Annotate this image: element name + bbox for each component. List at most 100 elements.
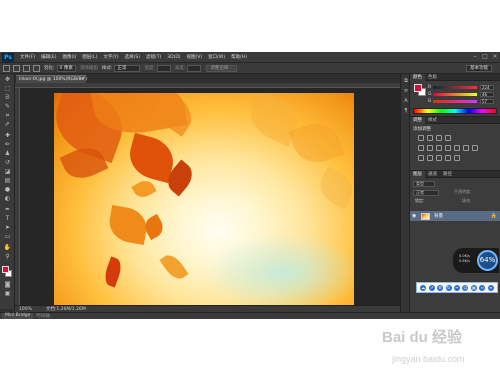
hand-tool-icon[interactable]: ✋ [3, 244, 12, 252]
new-selection-icon[interactable] [13, 64, 20, 72]
history-brush-tool-icon[interactable]: ↺ [3, 159, 12, 167]
canvas-area[interactable] [20, 88, 400, 305]
threshold-icon[interactable] [436, 155, 442, 161]
character-panel-icon[interactable]: A [402, 98, 410, 105]
layer-name[interactable]: 背景 [434, 213, 443, 219]
quick-mask-icon[interactable]: ◙ [3, 281, 12, 289]
menu-select[interactable]: 选择(S) [125, 54, 140, 60]
path-select-tool-icon[interactable]: ➤ [3, 224, 12, 232]
minimize-icon[interactable]: – [472, 53, 478, 60]
subtract-selection-icon[interactable] [33, 64, 40, 72]
gradient-map-icon[interactable] [445, 155, 451, 161]
tab-adjustments[interactable]: 调整 [410, 116, 425, 124]
refresh-icon[interactable]: ↻ [445, 284, 452, 291]
foreground-color-swatch[interactable] [2, 266, 9, 273]
workspace-select[interactable]: 基本功能 [466, 65, 492, 72]
feather-input[interactable]: 0 像素 [56, 64, 76, 72]
layer-row-background[interactable]: ◉ 背景 🔒 [410, 211, 500, 221]
photo-filter-icon[interactable] [454, 145, 460, 151]
tab-paths[interactable]: 路径 [440, 171, 455, 178]
layer-filter-select[interactable]: 类型 [413, 181, 435, 187]
menu-icon[interactable]: ≡ [487, 284, 494, 291]
black-white-icon[interactable] [445, 145, 451, 151]
exposure-icon[interactable] [445, 135, 451, 141]
curves-icon[interactable] [436, 135, 442, 141]
menu-image[interactable]: 图像(I) [62, 54, 76, 60]
blue-value[interactable]: 57 [480, 98, 494, 104]
close-icon[interactable]: × [492, 53, 498, 60]
settings-icon[interactable]: ⚙ [437, 284, 444, 291]
lasso-tool-icon[interactable]: ᘐ [3, 94, 12, 102]
menu-type[interactable]: 文字(Y) [103, 54, 118, 60]
foreground-swatch[interactable] [414, 84, 422, 92]
tools-icon[interactable]: ✂ [453, 284, 460, 291]
tab-layers[interactable]: 图层 [410, 170, 425, 178]
document-tab[interactable]: Inkon-0l.jpg @ 100%(RGB/8#) × [16, 75, 87, 83]
vibrance-icon[interactable] [418, 145, 424, 151]
healing-brush-tool-icon[interactable]: ✚ [3, 132, 12, 140]
crop-tool-icon[interactable]: ⌗ [3, 112, 12, 120]
eraser-tool-icon[interactable]: ◪ [3, 168, 12, 176]
network-usage-circle[interactable]: 64% [477, 250, 498, 271]
user-icon[interactable]: ☺ [462, 284, 469, 291]
brush-tool-icon[interactable]: ✏ [3, 141, 12, 149]
tab-color[interactable]: 颜色 [410, 73, 425, 81]
color-spectrum[interactable] [413, 108, 497, 114]
shape-tool-icon[interactable]: ▭ [3, 233, 12, 241]
green-track[interactable] [433, 92, 477, 96]
dodge-tool-icon[interactable]: ◐ [3, 195, 12, 203]
color-balance-icon[interactable] [436, 145, 442, 151]
menu-file[interactable]: 文件(F) [20, 54, 35, 60]
type-tool-icon[interactable]: T [3, 215, 12, 223]
green-slider[interactable]: G 46 [428, 91, 498, 97]
properties-panel-icon[interactable]: ≡ [402, 88, 410, 95]
zoom-level[interactable]: 100% [19, 307, 32, 312]
menu-help[interactable]: 帮助(H) [231, 54, 247, 60]
color-lookup-icon[interactable] [472, 145, 478, 151]
timeline-tab[interactable]: 时间轴 [36, 313, 50, 319]
cloud-icon[interactable]: ☁ [420, 284, 427, 291]
red-track[interactable] [433, 85, 477, 89]
height-input[interactable] [187, 64, 202, 72]
gradient-tool-icon[interactable]: ▤ [3, 177, 12, 185]
tab-styles[interactable]: 样式 [425, 117, 440, 124]
blur-tool-icon[interactable]: ● [3, 186, 12, 194]
menu-edit[interactable]: 编辑(E) [41, 54, 56, 60]
history-panel-icon[interactable]: ⧉ [402, 78, 410, 85]
channel-mixer-icon[interactable] [463, 145, 469, 151]
menu-layer[interactable]: 图层(L) [82, 54, 97, 60]
tab-channels[interactable]: 通道 [425, 171, 440, 178]
levels-icon[interactable] [427, 135, 433, 141]
red-value[interactable]: 224 [480, 84, 494, 90]
quick-select-tool-icon[interactable]: ✎ [3, 103, 12, 111]
style-select[interactable]: 正常 [114, 64, 141, 72]
selective-color-icon[interactable] [454, 155, 460, 161]
marquee-tool-icon[interactable]: ⬚ [3, 85, 12, 93]
paragraph-panel-icon[interactable]: ¶ [402, 108, 410, 115]
screen-mode-icon[interactable]: ▣ [3, 290, 12, 298]
signal-icon[interactable]: ≈ [479, 284, 486, 291]
maximize-icon[interactable]: □ [482, 53, 488, 60]
red-slider[interactable]: R 224 [428, 84, 498, 90]
blend-mode-select[interactable]: 正常 [413, 190, 439, 196]
eyedropper-tool-icon[interactable]: ✐ [3, 121, 12, 129]
blue-slider[interactable]: B 57 [428, 98, 498, 104]
pen-tool-icon[interactable]: ✒ [3, 206, 12, 214]
menu-3d[interactable]: 3D(D) [167, 55, 180, 60]
invert-icon[interactable] [418, 155, 424, 161]
menu-view[interactable]: 视图(V) [187, 54, 203, 60]
antialias-checkbox[interactable]: 消除锯齿 [80, 65, 98, 71]
brightness-icon[interactable] [418, 135, 424, 141]
menu-filter[interactable]: 滤镜(T) [146, 54, 161, 60]
mini-bridge-tab[interactable]: Mini Bridge [2, 313, 34, 319]
clone-stamp-tool-icon[interactable]: ♟ [3, 150, 12, 158]
width-input[interactable] [156, 64, 171, 72]
blue-track[interactable] [433, 99, 477, 103]
marquee-preset-icon[interactable] [3, 64, 10, 72]
tab-swatches[interactable]: 色板 [425, 74, 440, 81]
add-selection-icon[interactable] [23, 64, 30, 72]
eye-icon[interactable]: ◉ [412, 213, 418, 219]
green-value[interactable]: 46 [480, 91, 494, 97]
move-tool-icon[interactable]: ✥ [3, 76, 12, 84]
posterize-icon[interactable] [427, 155, 433, 161]
